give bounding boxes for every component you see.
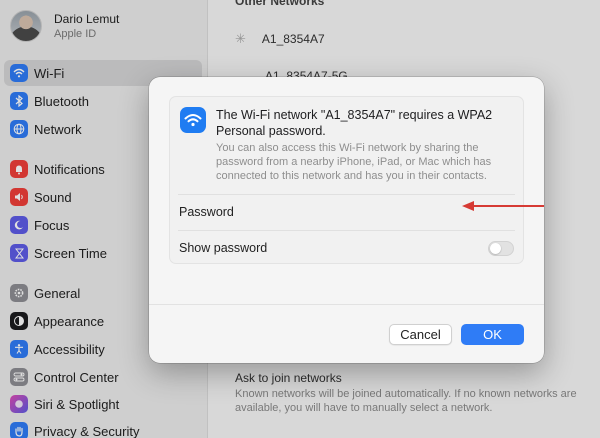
wifi-icon [180, 107, 206, 133]
dialog-card: The Wi-Fi network "A1_8354A7" requires a… [169, 96, 524, 264]
dialog-message: You can also access this Wi-Fi network b… [216, 142, 492, 182]
show-password-row: Show password [170, 231, 523, 265]
cancel-button[interactable]: Cancel [389, 324, 452, 345]
annotation-arrow-icon [462, 201, 544, 211]
show-password-label: Show password [179, 241, 268, 255]
show-password-toggle[interactable] [488, 240, 514, 256]
dialog-title: The Wi-Fi network "A1_8354A7" requires a… [216, 108, 493, 138]
password-label: Password [179, 205, 234, 219]
ok-button[interactable]: OK [461, 324, 524, 345]
divider [149, 304, 544, 305]
wifi-password-dialog: The Wi-Fi network "A1_8354A7" requires a… [149, 77, 544, 363]
